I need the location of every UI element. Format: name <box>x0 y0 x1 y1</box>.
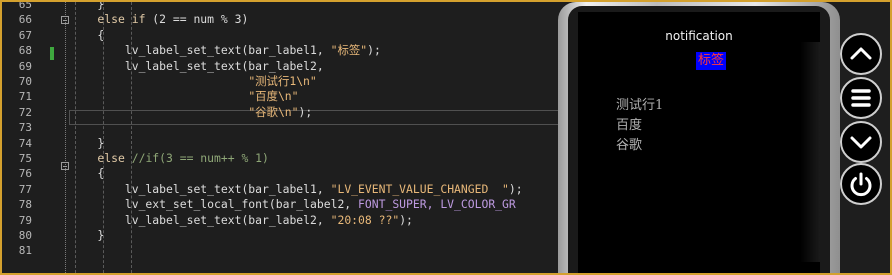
screen-reflection <box>800 42 820 262</box>
code-line: lv_label_set_text(bar_label2, <box>70 59 324 73</box>
line-number: 66 <box>18 13 32 26</box>
code-line: lv_label_set_text(bar_label2, "20:08 ??"… <box>70 213 413 227</box>
line-number: 76 <box>18 167 32 180</box>
line-number: 74 <box>18 137 32 150</box>
code-line: lv_label_set_text(bar_label1, "LV_EVENT_… <box>70 182 523 196</box>
line-number: 75 <box>18 152 32 165</box>
bar-label-2-line: 测试行1 <box>616 98 664 113</box>
line-number: 79 <box>18 214 32 227</box>
line-number: 71 <box>18 90 32 103</box>
line-number: 70 <box>18 75 32 88</box>
menu-button[interactable] <box>840 77 882 119</box>
chevron-down-icon <box>850 136 872 149</box>
code-line: else //if(3 == num++ % 1) <box>70 151 269 165</box>
code-line: else if (2 == num % 3) <box>70 12 249 26</box>
device-simulator: notification 标签 测试行1 百度 谷歌 <box>558 2 840 273</box>
fold-toggle-icon[interactable] <box>61 16 69 24</box>
menu-icon <box>851 89 871 107</box>
code-line: lv_ext_set_local_font(bar_label2, FONT_S… <box>70 197 516 211</box>
code-line: "谷歌\n"); <box>248 105 313 119</box>
line-number: 69 <box>18 60 32 73</box>
line-number: 68 <box>18 44 32 57</box>
bar-label-2-line: 谷歌 <box>616 138 643 153</box>
bar-label-2-line: 百度 <box>616 118 643 133</box>
line-number: 81 <box>18 244 32 257</box>
code-line: } <box>70 228 105 242</box>
code-line: { <box>70 28 105 42</box>
power-icon <box>850 172 872 197</box>
scroll-up-button[interactable] <box>840 33 882 75</box>
line-number-gutter: 65 66 67 68 69 70 71 72 73 74 75 76 77 7… <box>2 2 38 273</box>
notification-title: notification <box>665 29 733 43</box>
line-number: 72 <box>18 106 32 119</box>
power-button[interactable] <box>840 163 882 205</box>
bar-label-1: 标签 <box>696 52 727 70</box>
device-bezel: notification 标签 测试行1 百度 谷歌 <box>568 6 830 273</box>
chevron-up-icon <box>850 47 872 60</box>
code-line: } <box>70 0 105 11</box>
code-line: } <box>70 136 105 150</box>
code-line: "百度\n" <box>248 89 299 103</box>
code-line: lv_label_set_text(bar_label1, "标签"); <box>70 43 381 57</box>
device-screen: notification 标签 测试行1 百度 谷歌 <box>578 12 820 273</box>
fold-guide-line <box>65 2 66 273</box>
line-number: 80 <box>18 229 32 242</box>
line-number: 78 <box>18 198 32 211</box>
window-frame: 65 66 67 68 69 70 71 72 73 74 75 76 77 7… <box>0 0 892 275</box>
code-line: { <box>70 166 105 180</box>
scroll-down-button[interactable] <box>840 121 882 163</box>
line-number: 73 <box>18 121 32 134</box>
line-number: 67 <box>18 29 32 42</box>
code-line: "测试行1\n" <box>248 74 317 88</box>
line-number: 65 <box>18 0 32 11</box>
line-number: 77 <box>18 183 32 196</box>
change-marker <box>50 47 54 60</box>
fold-toggle-icon[interactable] <box>61 162 69 170</box>
